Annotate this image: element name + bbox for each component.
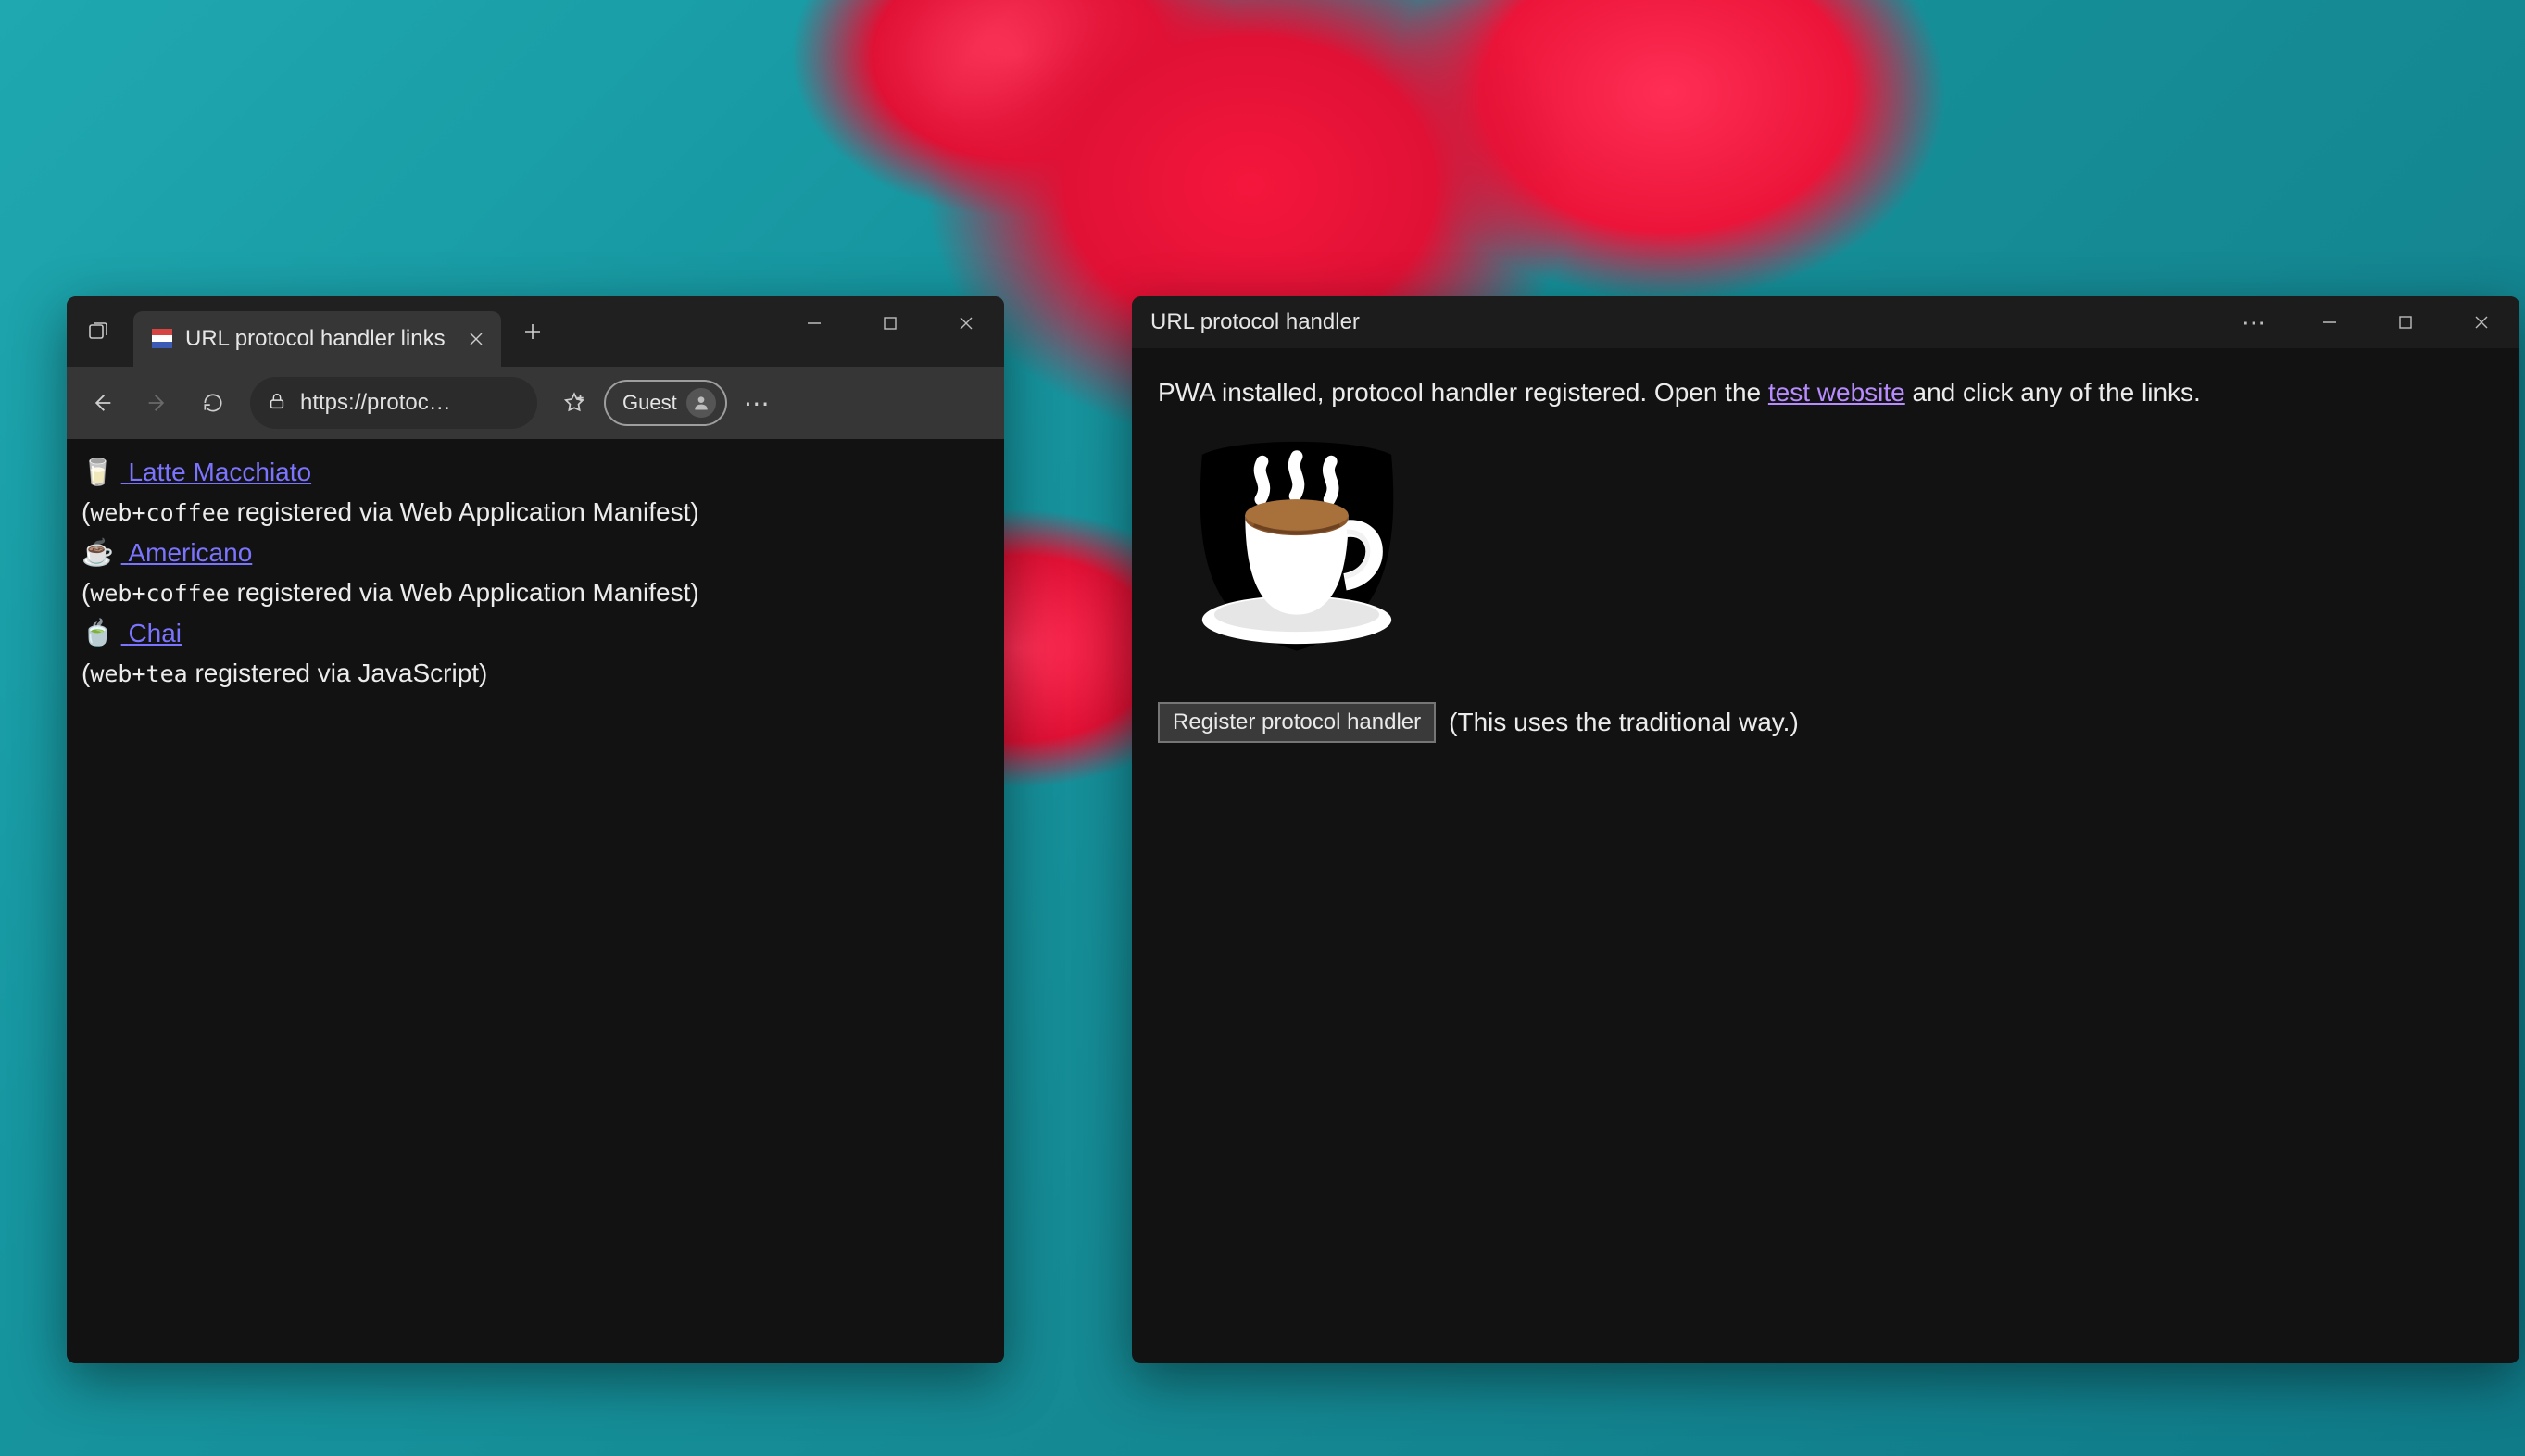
register-protocol-handler-button[interactable]: Register protocol handler <box>1158 702 1436 743</box>
link-americano[interactable]: Americano <box>121 538 253 567</box>
emoji-icon: 🍵 <box>82 619 114 647</box>
browser-window: URL protocol handler links <box>67 296 1004 1363</box>
link-note: (web+tea registered via JavaScript) <box>82 659 487 687</box>
close-window-button[interactable] <box>928 296 1004 350</box>
minimize-button[interactable] <box>2292 296 2368 349</box>
settings-more-button[interactable]: ⋯ <box>731 377 783 429</box>
pwa-title: URL protocol handler <box>1150 309 1360 335</box>
emoji-icon: ☕ <box>82 538 114 567</box>
address-bar[interactable]: https://protoc… <box>250 377 537 429</box>
maximize-button[interactable] <box>2368 296 2443 349</box>
favorites-button[interactable] <box>548 377 600 429</box>
profile-button[interactable]: Guest <box>604 380 727 426</box>
link-test-website[interactable]: test website <box>1768 378 1905 407</box>
page-content: 🥛 Latte Macchiato (web+coffee registered… <box>67 439 1004 1363</box>
tab-title: URL protocol handler links <box>185 326 446 352</box>
window-controls: ⋯ <box>2216 296 2519 348</box>
forward-button[interactable] <box>132 377 183 429</box>
back-button[interactable] <box>76 377 128 429</box>
tab-actions-button[interactable] <box>78 311 119 352</box>
browser-tab[interactable]: URL protocol handler links <box>133 311 501 367</box>
window-controls <box>776 296 1004 350</box>
link-latte-macchiato[interactable]: Latte Macchiato <box>121 458 311 486</box>
link-note: (web+coffee registered via Web Applicati… <box>82 497 699 526</box>
minimize-button[interactable] <box>776 296 852 350</box>
lock-icon <box>267 391 287 416</box>
link-row: 🥛 Latte Macchiato (web+coffee registered… <box>82 452 989 533</box>
link-chai[interactable]: Chai <box>121 619 182 647</box>
browser-toolbar: https://protoc… Guest ⋯ <box>67 367 1004 439</box>
coffee-cup-icon <box>1158 429 1445 681</box>
browser-titlebar: URL protocol handler links <box>67 296 1004 367</box>
pwa-titlebar: URL protocol handler ⋯ <box>1132 296 2519 348</box>
close-window-button[interactable] <box>2443 296 2519 349</box>
link-row: ☕ Americano (web+coffee registered via W… <box>82 533 989 613</box>
pwa-content: PWA installed, protocol handler register… <box>1132 348 2519 767</box>
profile-label: Guest <box>622 391 677 415</box>
pwa-window: URL protocol handler ⋯ PWA installed, pr… <box>1132 296 2519 1363</box>
pwa-message: PWA installed, protocol handler register… <box>1158 372 2494 412</box>
register-note: (This uses the traditional way.) <box>1449 702 1799 742</box>
favicon-icon <box>150 327 174 351</box>
avatar-icon <box>686 388 716 418</box>
refresh-button[interactable] <box>187 377 239 429</box>
new-tab-button[interactable] <box>510 309 555 354</box>
app-more-button[interactable]: ⋯ <box>2216 296 2292 349</box>
address-text: https://protoc… <box>300 390 451 416</box>
register-row: Register protocol handler (This uses the… <box>1158 702 2494 743</box>
maximize-button[interactable] <box>852 296 928 350</box>
link-note: (web+coffee registered via Web Applicati… <box>82 578 699 607</box>
tab-close-button[interactable] <box>468 325 484 354</box>
link-row: 🍵 Chai (web+tea registered via JavaScrip… <box>82 613 989 694</box>
emoji-icon: 🥛 <box>82 458 114 486</box>
